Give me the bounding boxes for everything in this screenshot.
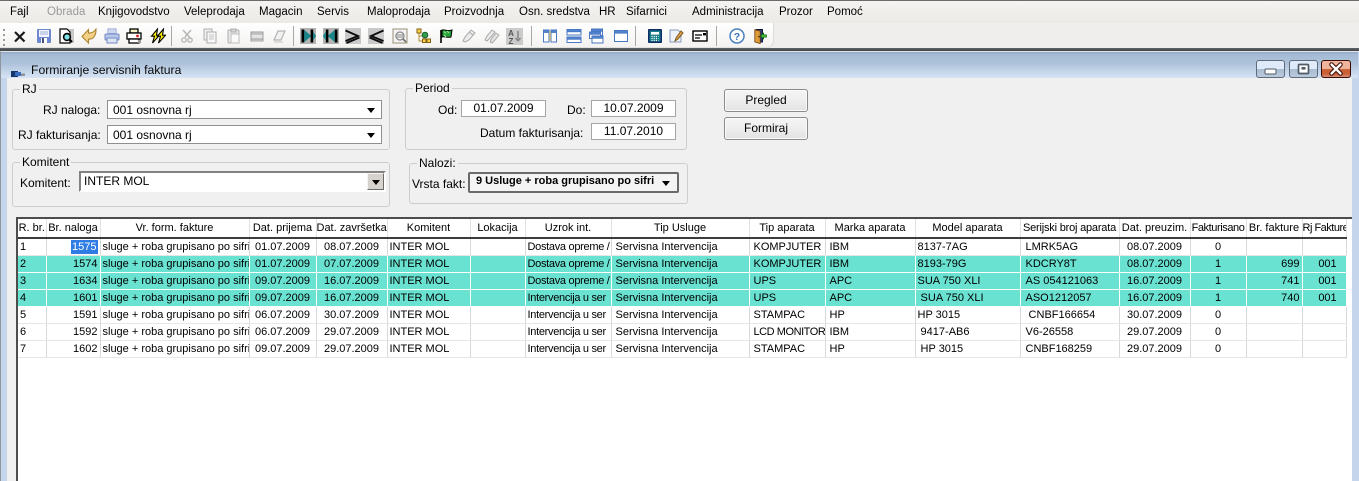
svg-text:Z: Z	[509, 37, 514, 45]
svg-text:?: ?	[734, 31, 740, 43]
